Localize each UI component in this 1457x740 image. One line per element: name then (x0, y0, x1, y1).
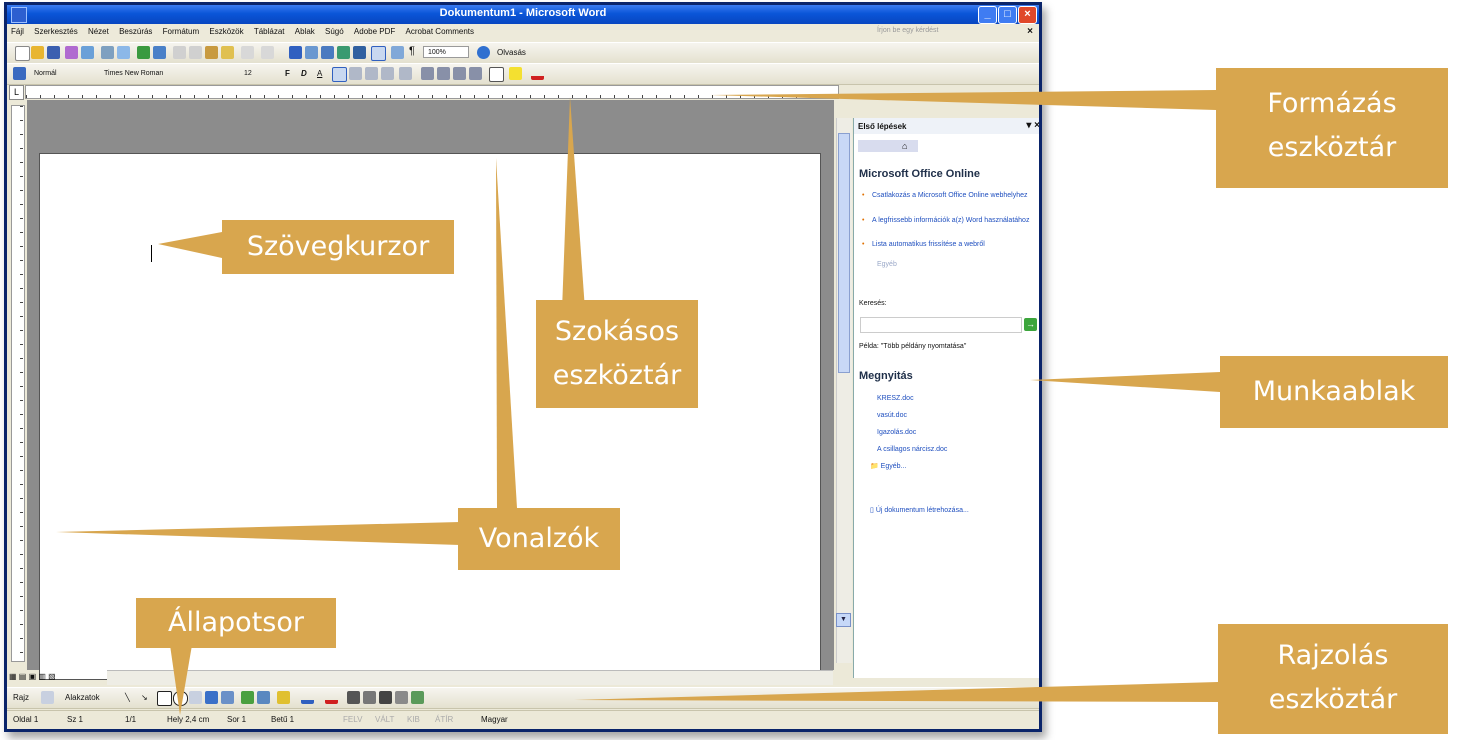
callout-drawing-toolbar: Rajzolás eszköztár (1218, 624, 1448, 734)
callout-standard-toolbar: Szokásos eszköztár (536, 300, 698, 408)
callout-status-bar: Állapotsor (136, 598, 336, 648)
leader-statusbar (170, 645, 192, 715)
callout-drawing-line1: Rajzolás (1277, 640, 1389, 671)
leader-drawing (574, 682, 1218, 702)
callout-formatting-line2: eszköztár (1267, 132, 1397, 163)
leader-standard (562, 97, 585, 310)
callout-drawing-line2: eszköztár (1268, 684, 1398, 715)
callout-task-pane: Munkaablak (1220, 356, 1448, 428)
callout-text-cursor: Szövegkurzor (222, 220, 454, 274)
callout-formatting-toolbar: Formázás eszköztár (1216, 68, 1448, 188)
callout-standard-line1: Szokásos (554, 316, 680, 347)
leader-cursor (158, 232, 222, 258)
leader-ruler (496, 158, 517, 508)
callout-rulers: Vonalzók (458, 508, 620, 570)
callout-standard-line2: eszköztár (552, 360, 682, 391)
leader-vruler (56, 522, 460, 545)
leader-taskpane (1030, 372, 1220, 392)
callout-formatting-line1: Formázás (1267, 88, 1397, 119)
leader-formatting (710, 90, 1216, 110)
